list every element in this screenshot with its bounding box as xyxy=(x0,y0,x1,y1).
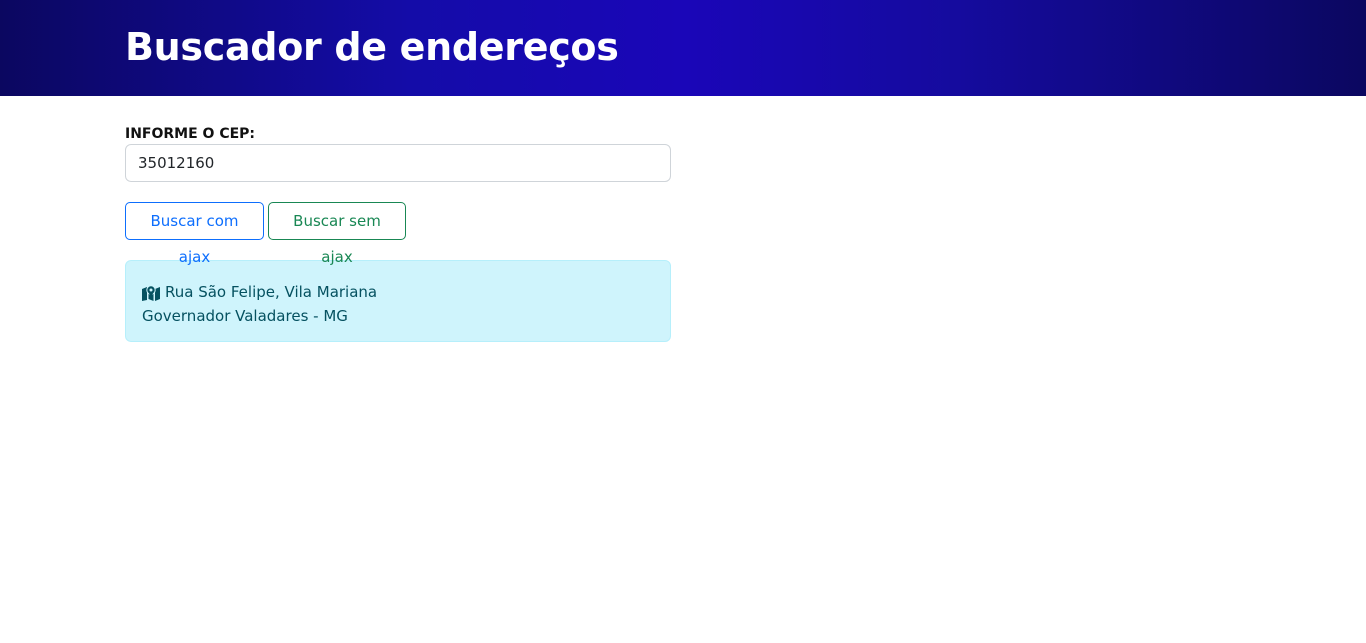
button-group: Buscar com ajax Buscar sem ajax xyxy=(125,202,671,266)
address-city: Governador Valadares - MG xyxy=(142,307,348,325)
address-street: Rua São Felipe, Vila Mariana xyxy=(165,283,378,301)
address-street-line: Rua São Felipe, Vila Mariana xyxy=(142,280,654,304)
cep-label: INFORME O CEP: xyxy=(125,126,256,142)
cep-input[interactable] xyxy=(125,144,671,182)
main-content: INFORME O CEP: Buscar com ajax Buscar se… xyxy=(125,96,671,342)
search-without-ajax-button[interactable]: Buscar sem ajax xyxy=(268,202,406,266)
search-with-ajax-button[interactable]: Buscar com ajax xyxy=(125,202,264,266)
map-location-icon xyxy=(142,284,160,301)
page-title: Buscador de endereços xyxy=(125,25,619,69)
page-header: Buscador de endereços xyxy=(0,0,1366,96)
